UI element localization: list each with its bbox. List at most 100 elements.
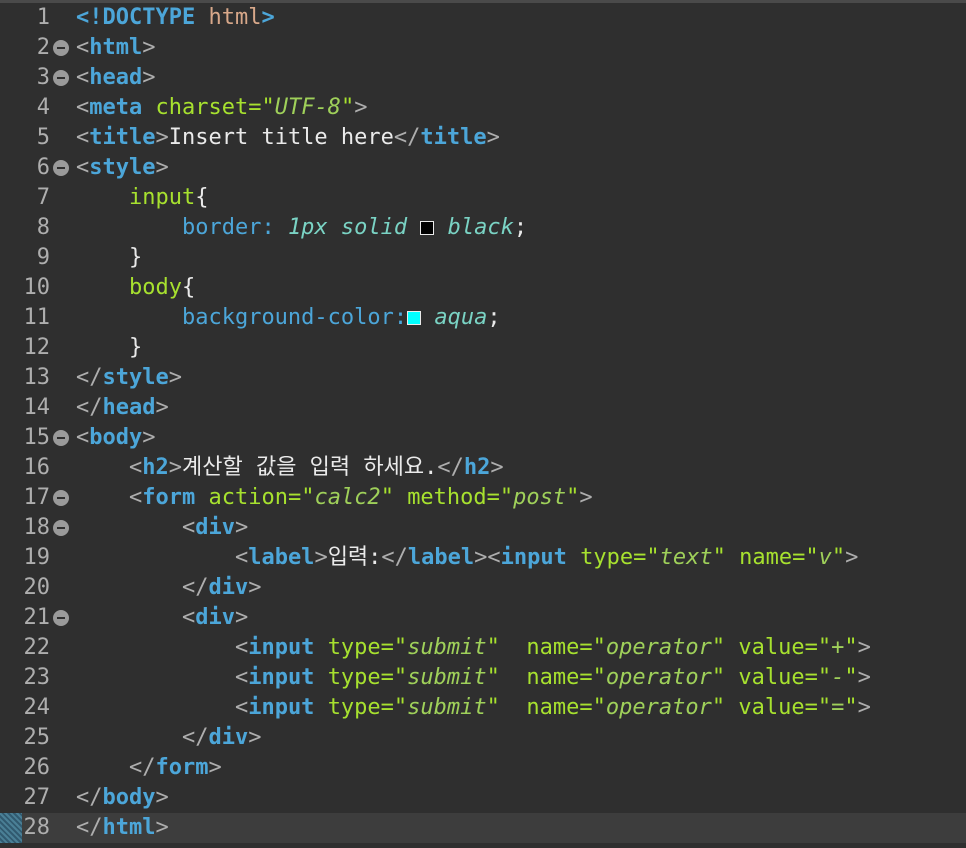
token-text: 계산할 값을 입력 하세요. [181,455,438,480]
line-code[interactable]: border: 1px solid black; [76,213,527,243]
line-code[interactable]: input{ [76,183,208,213]
code-line-20[interactable]: 20 </div> [0,573,966,603]
line-code[interactable]: <head> [76,63,155,93]
line-code[interactable]: body{ [76,273,195,303]
fold-collapse-icon[interactable] [53,430,69,446]
line-code[interactable]: </div> [76,573,262,603]
line-code[interactable]: } [76,243,142,273]
token-brace: { [195,185,209,210]
line-code[interactable]: </style> [76,363,182,393]
code-line-23[interactable]: 23 <input type="submit" name="operator" … [0,663,966,693]
token-tag: meta [89,95,143,120]
code-line-10[interactable]: 10 body{ [0,273,966,303]
code-line-17[interactable]: 17 <form action="calc2" method="post"> [0,483,966,513]
code-line-24[interactable]: 24 <input type="submit" name="operator" … [0,693,966,723]
code-line-3[interactable]: 3 <head> [0,63,966,93]
line-code[interactable]: <form action="calc2" method="post"> [76,483,593,513]
line-number: 24 [23,695,51,720]
code-line-26[interactable]: 26 </form> [0,753,966,783]
code-line-1[interactable]: 1 <!DOCTYPE html> [0,3,966,33]
token-tag: style [89,155,156,180]
line-code[interactable]: <label>입력:</label><input type="text" nam… [76,543,858,573]
code-line-22[interactable]: 22 <input type="submit" name="operator" … [0,633,966,663]
token-tag: body [102,785,156,810]
line-code[interactable]: <h2>계산할 값을 입력 하세요.</h2> [76,453,504,483]
code-line-13[interactable]: 13 </style> [0,363,966,393]
color-swatch-icon[interactable] [407,311,422,325]
code-line-8[interactable]: 8 border: 1px solid black; [0,213,966,243]
fold-collapse-icon[interactable] [53,610,69,626]
token-tag: div [208,725,249,750]
token-value: post [513,485,567,510]
line-code[interactable]: <input type="submit" name="operator" val… [76,663,871,693]
token-value: calc2 [314,485,381,510]
code-line-7[interactable]: 7 input{ [0,183,966,213]
fold-collapse-icon[interactable] [53,40,69,56]
token-brace: } [128,335,143,360]
code-line-15[interactable]: 15 <body> [0,423,966,453]
line-code[interactable]: </form> [76,753,222,783]
line-code[interactable]: <meta charset="UTF-8"> [76,93,367,123]
code-line-25[interactable]: 25 </div> [0,723,966,753]
line-code[interactable]: <style> [76,153,169,183]
line-code[interactable]: <div> [76,603,248,633]
token-attr: value [738,635,805,660]
token-selector: input [128,185,196,210]
code-line-11[interactable]: 11 background-color: aqua; [0,303,966,333]
line-code[interactable]: </head> [76,393,169,423]
code-line-12[interactable]: 12 } [0,333,966,363]
color-swatch-icon[interactable] [420,221,435,235]
line-number: 11 [23,305,51,330]
token-tag: title [420,125,487,150]
line-code[interactable]: </div> [76,723,262,753]
code-line-6[interactable]: 6 <style> [0,153,966,183]
line-code[interactable]: <!DOCTYPE html> [76,3,275,33]
fold-collapse-icon[interactable] [53,160,69,176]
fold-collapse-icon[interactable] [53,520,69,536]
code-line-28[interactable]: 28 </html> [0,813,966,843]
code-editor[interactable]: 1 <!DOCTYPE html> 2 <html> 3 <head> 4 <m… [0,0,966,848]
code-line-2[interactable]: 2 <html> [0,33,966,63]
code-line-27[interactable]: 27 </body> [0,783,966,813]
token-attr: type [580,545,634,570]
token-doctype: DOCTYPE [102,5,196,30]
line-code[interactable]: <input type="submit" name="operator" val… [76,633,871,663]
line-code[interactable]: } [76,333,142,363]
line-number: 4 [36,95,50,120]
code-line-5[interactable]: 5 <title>Insert title here</title> [0,123,966,153]
token-tag: input [248,635,315,660]
fold-collapse-icon[interactable] [53,70,69,86]
code-line-18[interactable]: 18 <div> [0,513,966,543]
token-value: operator [605,665,712,690]
line-number: 19 [23,545,51,570]
fold-collapse-icon[interactable] [53,490,69,506]
line-number: 27 [23,785,51,810]
line-code[interactable]: <body> [76,423,155,453]
line-number: 25 [23,725,51,750]
token-tag: div [208,575,249,600]
code-line-4[interactable]: 4 <meta charset="UTF-8"> [0,93,966,123]
line-code[interactable]: <input type="submit" name="operator" val… [76,693,871,723]
token-text: 입력: [327,545,382,570]
line-code[interactable]: <html> [76,33,155,63]
token-value: operator [605,635,712,660]
code-line-21[interactable]: 21 <div> [0,603,966,633]
code-line-16[interactable]: 16 <h2>계산할 값을 입력 하세요.</h2> [0,453,966,483]
code-line-9[interactable]: 9 } [0,243,966,273]
line-code[interactable]: <title>Insert title here</title> [76,123,500,153]
line-code[interactable]: <div> [76,513,248,543]
line-code[interactable]: background-color: aqua; [76,303,501,333]
token-tag: label [407,545,475,570]
token-css-value: black [447,215,514,240]
line-code[interactable]: </body> [76,783,169,813]
line-number: 20 [23,575,51,600]
token-value: - [831,665,845,690]
line-number: 1 [36,5,50,30]
line-number: 8 [36,215,50,240]
line-number: 22 [23,635,51,660]
token-tag: form [142,485,196,510]
token: <! [76,5,103,30]
code-line-14[interactable]: 14 </head> [0,393,966,423]
code-line-19[interactable]: 19 <label>입력:</label><input type="text" … [0,543,966,573]
line-code[interactable]: </html> [76,813,169,843]
